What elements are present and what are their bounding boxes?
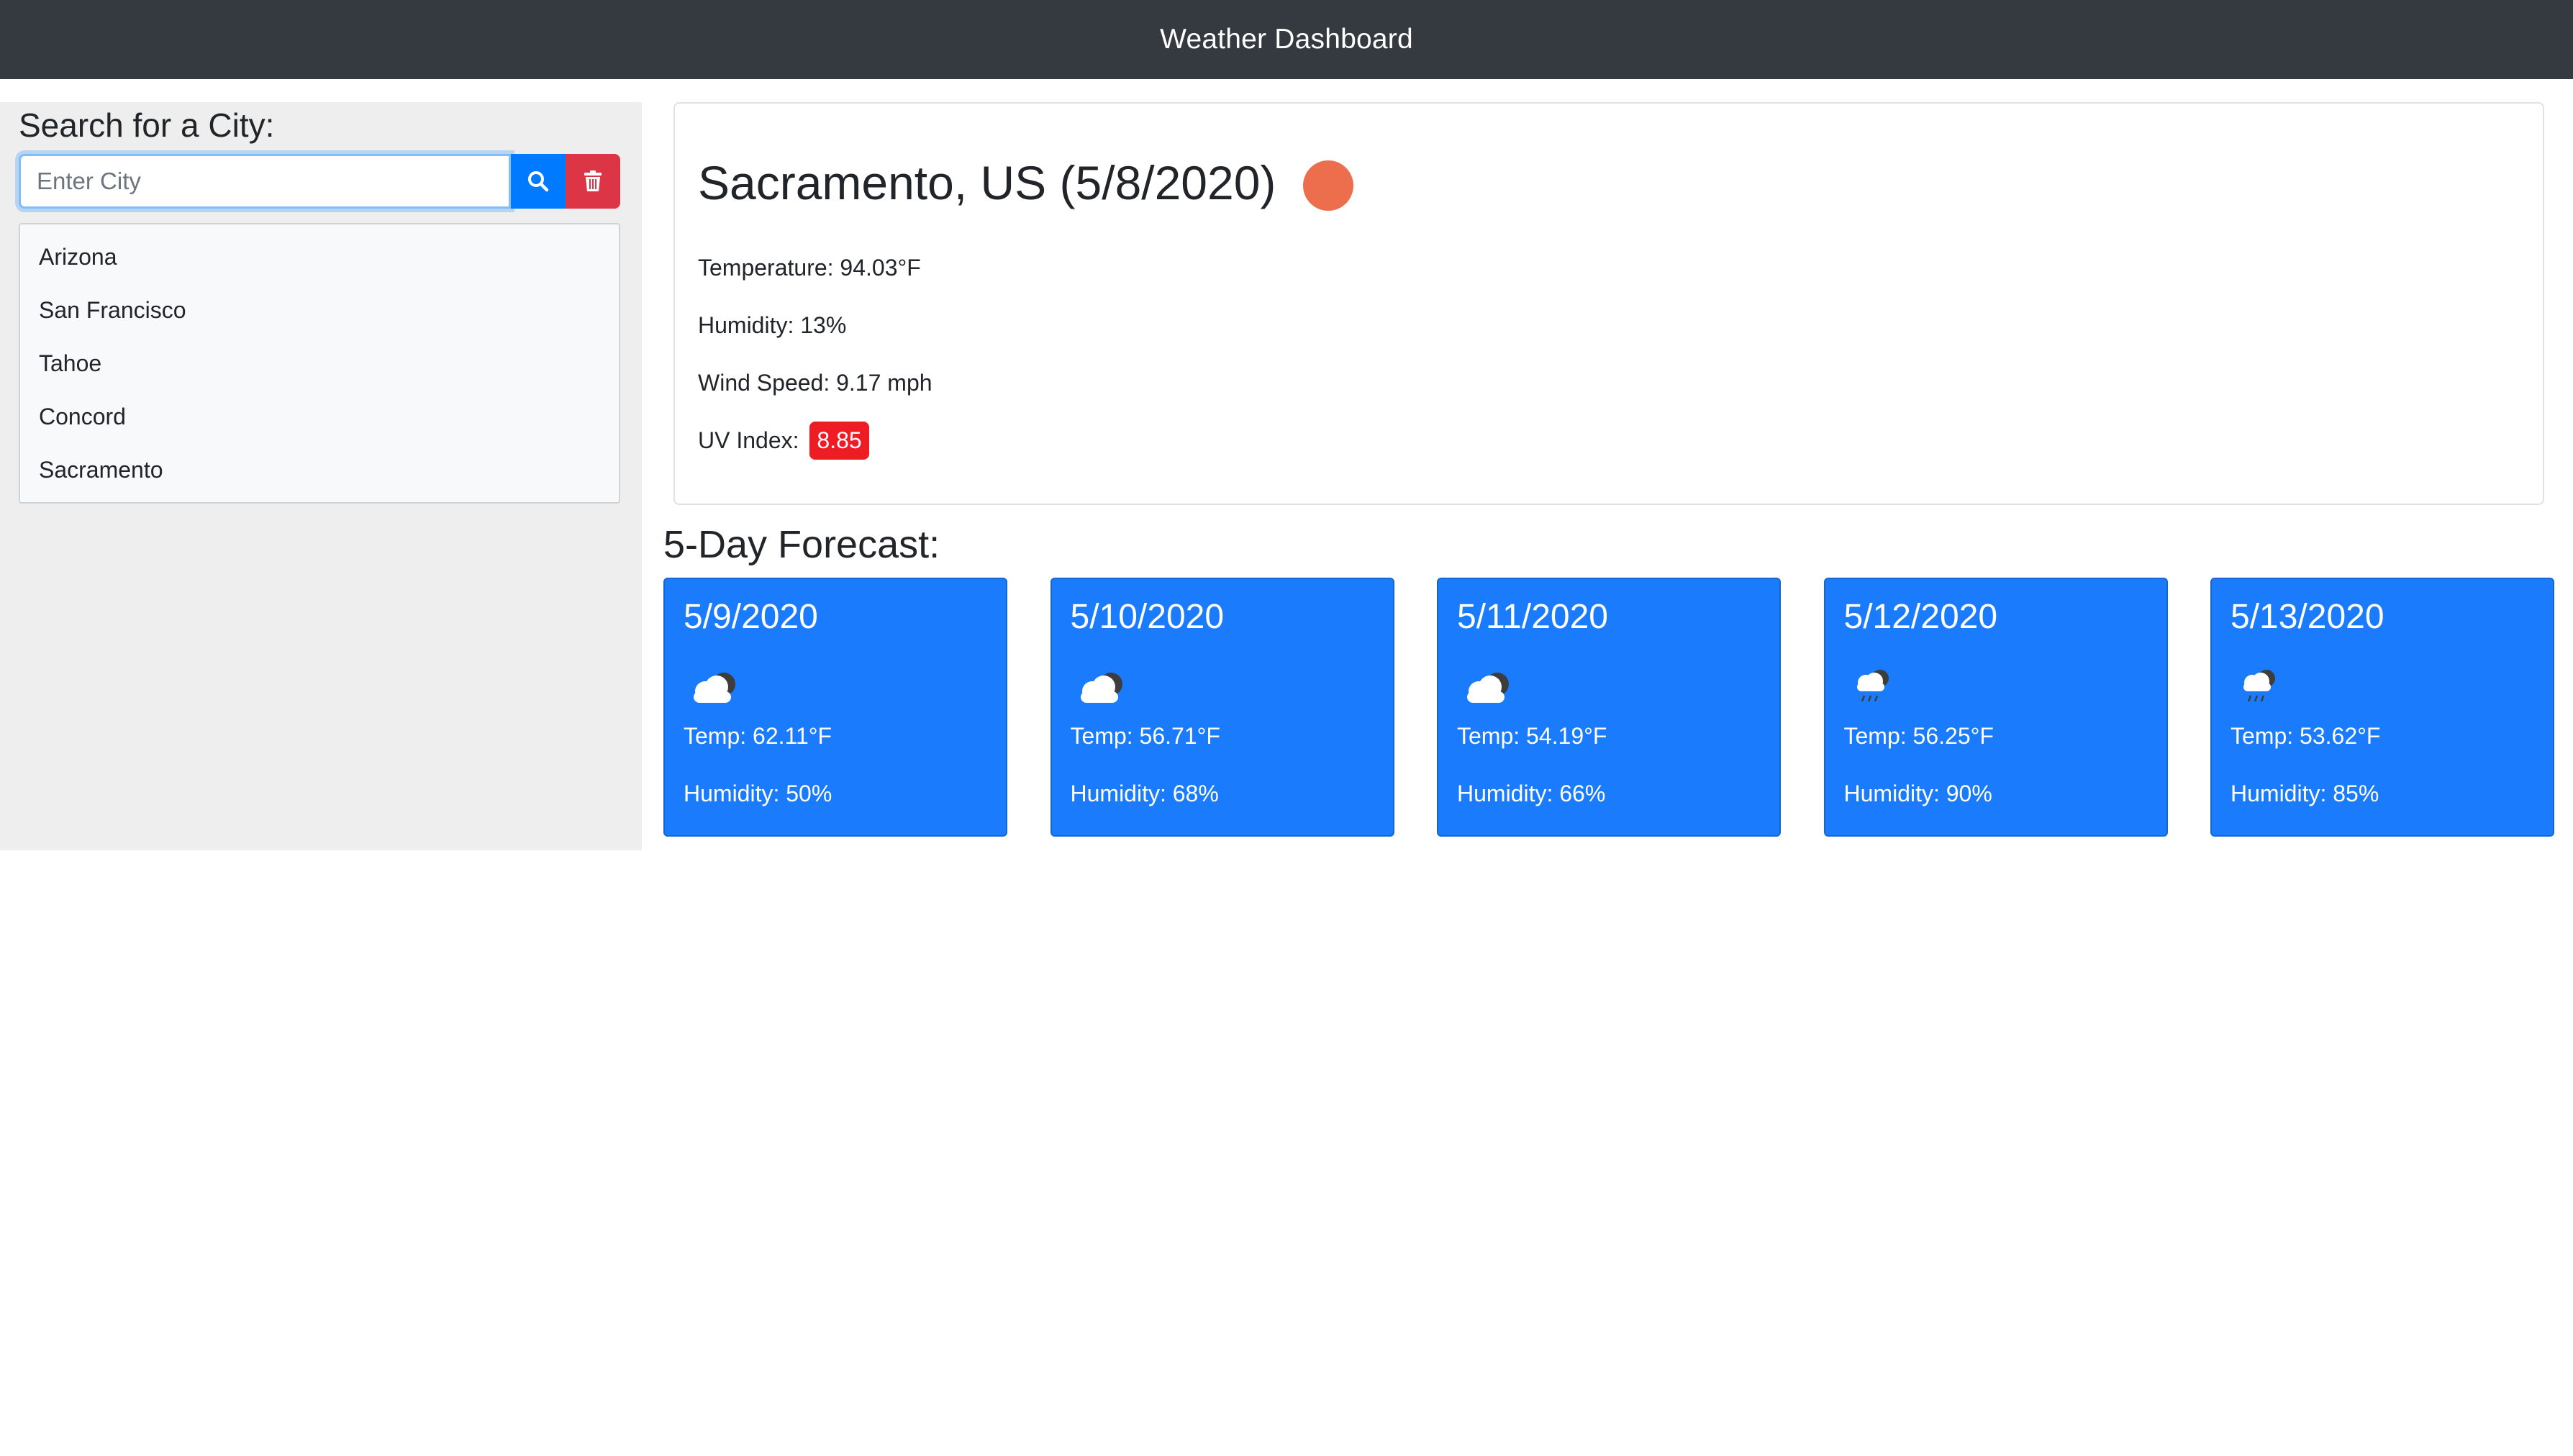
current-uv-index: UV Index: 8.85: [698, 422, 869, 460]
forecast-temp: Temp: 62.11°F: [684, 723, 832, 749]
navbar: Weather Dashboard: [0, 0, 2573, 79]
city-history-list: Arizona San Francisco Tahoe Concord Sacr…: [19, 223, 620, 504]
cloud-icon: [1467, 673, 1509, 703]
forecast-card: 5/10/2020 Temp: 56.71°F Humidity: 68%: [1050, 578, 1394, 837]
current-temperature: Temperature: 94.03°F: [698, 255, 921, 281]
forecast-card: 5/9/2020 Temp: 62.11°F Humidity: 50%: [663, 578, 1007, 837]
forecast-date: 5/13/2020: [2231, 598, 2384, 636]
search-group: [19, 154, 620, 209]
forecast-card: 5/13/2020 Temp: 53.62°F Humidity: 85%: [2210, 578, 2554, 837]
current-wind-speed: Wind Speed: 9.17 mph: [698, 370, 932, 396]
search-button[interactable]: [511, 154, 566, 209]
forecast-temp: Temp: 53.62°F: [2231, 723, 2381, 749]
city-list-item[interactable]: Concord: [20, 390, 619, 443]
clear-history-button[interactable]: [566, 154, 620, 209]
forecast-humidity: Humidity: 50%: [684, 781, 832, 806]
city-list-item[interactable]: Tahoe: [20, 337, 619, 390]
city-search-input[interactable]: [19, 154, 511, 209]
city-list-item[interactable]: San Francisco: [20, 283, 619, 337]
city-list-item[interactable]: Arizona: [20, 230, 619, 283]
city-date-heading: Sacramento, US (5/8/2020): [698, 156, 1276, 209]
trash-icon: [584, 170, 602, 191]
forecast-card: 5/11/2020 Temp: 54.19°F Humidity: 66%: [1437, 578, 1781, 837]
uv-index-badge: 8.85: [809, 422, 869, 460]
uv-index-label: UV Index:: [698, 427, 799, 453]
rain-cloud-icon: [2243, 670, 2275, 702]
forecast-temp: Temp: 56.25°F: [1843, 723, 1994, 749]
forecast-humidity: Humidity: 66%: [1457, 781, 1606, 806]
sidebar: Search for a City: Arizona San Francisco…: [0, 102, 642, 850]
forecast-date: 5/11/2020: [1457, 598, 1608, 636]
cloud-icon: [1080, 673, 1122, 703]
forecast-row: 5/9/2020 Temp: 62.11°F Humidity: 50% 5/1…: [663, 578, 2554, 837]
forecast-date: 5/10/2020: [1070, 598, 1225, 636]
forecast-temp: Temp: 54.19°F: [1457, 723, 1607, 749]
forecast-heading: 5-Day Forecast:: [663, 523, 940, 566]
cloud-icon: [694, 673, 735, 703]
forecast-date: 5/9/2020: [684, 598, 818, 636]
forecast-temp: Temp: 56.71°F: [1070, 723, 1220, 749]
search-icon: [528, 171, 549, 192]
rain-cloud-icon: [1856, 670, 1889, 702]
current-weather-title: Sacramento, US (5/8/2020): [698, 154, 1354, 211]
forecast-card: 5/12/2020 Temp: 56.25°F Humidity: 90%: [1823, 578, 2168, 837]
forecast-humidity: Humidity: 90%: [1843, 781, 1992, 806]
forecast-humidity: Humidity: 68%: [1070, 781, 1219, 806]
city-list-item[interactable]: Sacramento: [20, 443, 619, 496]
forecast-humidity: Humidity: 85%: [2231, 781, 2379, 806]
current-humidity: Humidity: 13%: [698, 312, 847, 338]
page-title: Weather Dashboard: [1160, 24, 1413, 55]
forecast-date: 5/12/2020: [1843, 598, 1998, 636]
current-weather-card: Sacramento, US (5/8/2020) Temperature: 9…: [673, 102, 2544, 505]
search-heading: Search for a City:: [19, 106, 275, 144]
sun-icon: [1303, 160, 1354, 211]
